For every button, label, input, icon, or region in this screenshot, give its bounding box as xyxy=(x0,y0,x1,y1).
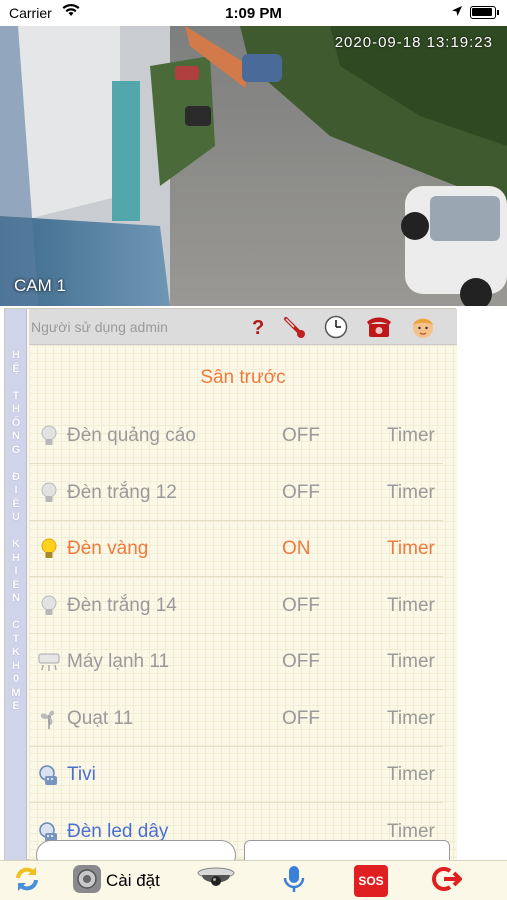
vertical-sidebar[interactable]: HỆTHỐNGĐIỀUKHIỂNCTKH0ME xyxy=(5,309,27,861)
user-face-icon[interactable] xyxy=(410,314,436,340)
air-conditioner-icon xyxy=(37,650,61,674)
device-timer-button[interactable]: Timer xyxy=(387,764,435,786)
device-row[interactable]: Máy lạnh 11 OFF Timer xyxy=(29,634,443,690)
bottom-tab-pills xyxy=(0,840,507,870)
settings-button[interactable]: Cài đặt xyxy=(72,864,160,899)
section-title: Sân trước xyxy=(200,367,286,388)
security-camera-icon xyxy=(196,864,236,899)
sidebar-vertical-label: HỆTHỐNGĐIỀUKHIỂNCTKH0ME xyxy=(11,349,21,712)
device-name: Máy lạnh 11 xyxy=(67,651,170,672)
refresh-button[interactable] xyxy=(12,865,42,897)
settings-label: Cài đặt xyxy=(106,871,160,890)
bottom-toolbar: Cài đặt SOS xyxy=(0,860,507,900)
clock-time: 1:09 PM xyxy=(225,5,282,22)
logout-icon xyxy=(432,864,463,899)
device-state-toggle[interactable]: OFF xyxy=(282,708,320,730)
svg-text:?: ? xyxy=(252,317,264,338)
device-timer-button[interactable]: Timer xyxy=(387,425,435,447)
device-timer-button[interactable]: Timer xyxy=(387,595,435,617)
refresh-icon xyxy=(12,864,42,899)
control-panel: HỆTHỐNGĐIỀUKHIỂNCTKH0ME Người sử dụng ad… xyxy=(4,308,457,861)
camera-button[interactable] xyxy=(196,865,236,897)
battery-icon xyxy=(470,6,499,19)
bulb-on-icon xyxy=(37,537,61,561)
device-state-toggle[interactable]: OFF xyxy=(282,425,320,447)
microphone-button[interactable] xyxy=(282,865,306,897)
device-state-toggle[interactable]: OFF xyxy=(282,651,320,673)
device-row[interactable]: Tivi Timer xyxy=(29,747,443,803)
device-state-toggle[interactable]: OFF xyxy=(282,595,320,617)
user-label: Người sử dụng admin xyxy=(31,319,168,335)
fan-icon xyxy=(37,707,61,731)
camera-timestamp: 2020-09-18 13:19:23 xyxy=(334,34,493,51)
device-row[interactable]: Đèn quảng cáo OFF Timer xyxy=(29,408,443,464)
device-name: Đèn trắng 12 xyxy=(67,482,177,503)
help-icon[interactable]: ? xyxy=(245,314,271,340)
device-timer-button[interactable]: Timer xyxy=(387,538,435,560)
bulb-icon xyxy=(37,481,61,505)
remote-icon xyxy=(37,763,61,787)
device-name[interactable]: Tivi xyxy=(67,764,96,786)
bulb-icon xyxy=(37,594,61,618)
device-row[interactable]: Đèn trắng 14 OFF Timer xyxy=(29,578,443,634)
device-name: Đèn vàng xyxy=(67,538,149,559)
microphone-icon xyxy=(282,864,306,899)
thermometer-icon[interactable] xyxy=(281,314,307,340)
device-list[interactable]: Sân trước Đèn quảng cáo OFF Timer Đèn tr… xyxy=(29,345,457,861)
location-arrow-icon xyxy=(451,4,463,20)
device-name: Đèn trắng 14 xyxy=(67,595,177,616)
device-state-toggle[interactable]: ON xyxy=(282,538,311,560)
camera-view[interactable]: 2020-09-18 13:19:23 CAM 1 xyxy=(0,26,507,306)
device-name: Quạt 11 xyxy=(67,708,134,729)
camera-scene xyxy=(0,26,507,306)
phone-icon[interactable] xyxy=(366,314,392,340)
device-timer-button[interactable]: Timer xyxy=(387,708,435,730)
device-row[interactable]: Đèn vàng ON Timer xyxy=(29,521,443,577)
device-name: Đèn quảng cáo xyxy=(67,425,196,446)
clock-icon[interactable] xyxy=(323,314,349,340)
camera-label: CAM 1 xyxy=(14,276,66,295)
device-row[interactable]: Quạt 11 OFF Timer xyxy=(29,691,443,747)
logout-button[interactable] xyxy=(432,864,463,899)
status-bar: Carrier 1:09 PM xyxy=(0,0,507,26)
device-state-toggle[interactable]: OFF xyxy=(282,482,320,504)
user-bar: Người sử dụng admin ? xyxy=(29,309,457,345)
sos-icon: SOS xyxy=(354,865,388,897)
device-timer-button[interactable]: Timer xyxy=(387,651,435,673)
device-row[interactable]: Đèn trắng 12 OFF Timer xyxy=(29,465,443,521)
settings-gear-icon xyxy=(72,864,102,899)
sos-button[interactable]: SOS xyxy=(354,865,388,897)
bulb-icon xyxy=(37,424,61,448)
device-timer-button[interactable]: Timer xyxy=(387,482,435,504)
